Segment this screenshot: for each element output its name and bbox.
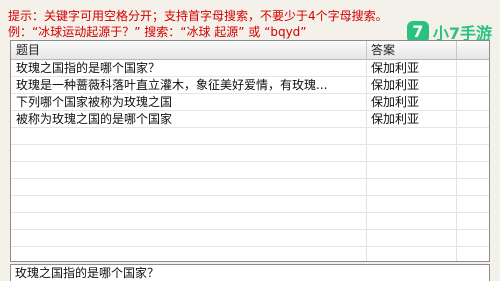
selected-question-detail[interactable]: 玫瑰之国指的是哪个国家？ — [10, 264, 490, 281]
column-header-question[interactable]: 题目 — [11, 41, 367, 59]
answer-cell: 保加利亚 — [367, 111, 457, 127]
empty-row — [11, 247, 489, 261]
results-table[interactable]: 题目 答案 玫瑰之国指的是哪个国家？ 保加利亚 玫瑰是一种蔷薇科落叶直立灌木，象… — [10, 40, 490, 262]
column-header-answer[interactable]: 答案 — [367, 41, 457, 59]
empty-row — [11, 128, 489, 145]
table-row[interactable]: 玫瑰是一种蔷薇科落叶直立灌木，象征美好爱情，有玫瑰... 保加利亚 — [11, 77, 489, 94]
column-header-filler — [457, 41, 489, 59]
answer-cell: 保加利亚 — [367, 77, 457, 93]
table-row[interactable]: 玫瑰之国指的是哪个国家？ 保加利亚 — [11, 60, 489, 77]
filler-cell — [457, 77, 489, 93]
question-cell: 被称为玫瑰之国的是哪个国家 — [11, 111, 367, 127]
question-cell: 玫瑰之国指的是哪个国家？ — [11, 60, 367, 76]
table-row[interactable]: 下列哪个国家被称为玫瑰之国 保加利亚 — [11, 94, 489, 111]
filler-cell — [457, 111, 489, 127]
empty-row — [11, 196, 489, 213]
filler-cell — [457, 60, 489, 76]
answer-cell: 保加利亚 — [367, 94, 457, 110]
question-cell: 玫瑰是一种蔷薇科落叶直立灌木，象征美好爱情，有玫瑰... — [11, 77, 367, 93]
table-row[interactable]: 被称为玫瑰之国的是哪个国家 保加利亚 — [11, 111, 489, 128]
empty-row — [11, 230, 489, 247]
answer-cell: 保加利亚 — [367, 60, 457, 76]
empty-row — [11, 162, 489, 179]
search-hint-line-2: 例：“冰球运动起源于？” 搜索：“冰球 起源” 或 “bqyd” — [8, 25, 307, 39]
empty-row — [11, 179, 489, 196]
empty-row — [11, 145, 489, 162]
empty-row — [11, 213, 489, 230]
quiz-search-window: 提示：关键字可用空格分开；支持首字母搜索，不要少于4个字母搜索。 例：“冰球运动… — [0, 0, 500, 281]
filler-cell — [457, 94, 489, 110]
table-header: 题目 答案 — [11, 41, 489, 60]
question-cell: 下列哪个国家被称为玫瑰之国 — [11, 94, 367, 110]
search-hint-line-1: 提示：关键字可用空格分开；支持首字母搜索，不要少于4个字母搜索。 — [8, 9, 388, 23]
search-hint: 提示：关键字可用空格分开；支持首字母搜索，不要少于4个字母搜索。 例：“冰球运动… — [8, 8, 448, 40]
